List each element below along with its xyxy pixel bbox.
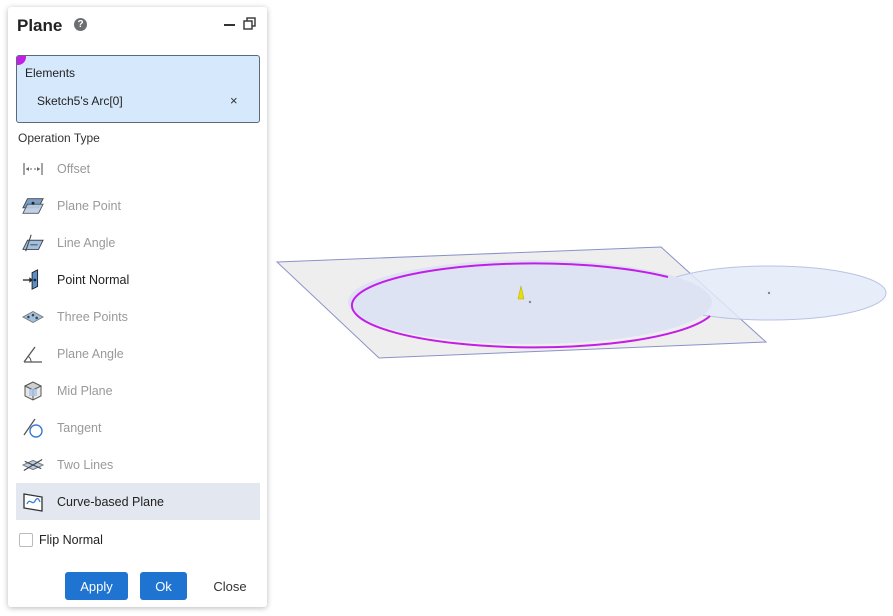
op-plane-angle-label: Plane Angle	[57, 346, 124, 361]
dialog-title: Plane	[17, 16, 63, 35]
curve-based-plane-icon	[22, 491, 44, 513]
op-three-points-label: Three Points	[57, 309, 128, 324]
op-plane-angle[interactable]: Plane Angle	[16, 335, 260, 372]
selected-element[interactable]: Sketch5's Arc[0]	[37, 94, 123, 108]
op-mid-plane[interactable]: Mid Plane	[16, 372, 260, 409]
elements-selection-box[interactable]: Elements Sketch5's Arc[0] ×	[16, 55, 260, 123]
apply-button[interactable]: Apply	[65, 572, 128, 600]
elements-label: Elements	[25, 66, 76, 80]
plane-origin-point	[528, 300, 532, 304]
plane-dialog: Plane ? Elements Sketch5's Arc[0] × Oper…	[8, 7, 267, 607]
op-line-angle[interactable]: Line Angle	[16, 224, 260, 261]
op-two-lines[interactable]: Two Lines	[16, 446, 260, 483]
help-icon[interactable]: ?	[74, 18, 87, 31]
two-lines-icon	[22, 454, 44, 476]
op-tangent[interactable]: Tangent	[16, 409, 260, 446]
op-offset[interactable]: Offset	[16, 150, 260, 187]
op-curve-based-plane[interactable]: Curve-based Plane	[16, 483, 260, 520]
flip-normal-option[interactable]: Flip Normal	[19, 533, 103, 547]
selection-marker-dot	[17, 56, 26, 65]
mid-plane-icon	[22, 380, 44, 402]
disc-center-point	[767, 291, 771, 295]
flip-normal-checkbox[interactable]	[19, 533, 33, 547]
plane-angle-icon	[22, 343, 44, 365]
line-angle-icon	[22, 232, 44, 254]
minimize-icon[interactable]	[224, 24, 235, 26]
plane-point-icon	[22, 195, 44, 217]
close-button[interactable]: Close	[204, 572, 256, 600]
restore-window-icon[interactable]	[243, 17, 257, 31]
flip-normal-label: Flip Normal	[39, 533, 103, 547]
offset-icon	[22, 158, 44, 180]
operation-type-label: Operation Type	[18, 131, 100, 145]
op-tangent-label: Tangent	[57, 420, 102, 435]
op-three-points[interactable]: Three Points	[16, 298, 260, 335]
point-normal-icon	[22, 268, 44, 291]
op-line-angle-label: Line Angle	[57, 235, 116, 250]
tangent-icon	[22, 417, 44, 439]
op-plane-point-label: Plane Point	[57, 198, 121, 213]
op-point-normal[interactable]: Point Normal	[16, 261, 260, 298]
op-point-normal-label: Point Normal	[57, 272, 130, 287]
three-points-icon	[22, 306, 44, 328]
ok-button[interactable]: Ok	[140, 572, 187, 600]
op-two-lines-label: Two Lines	[57, 457, 114, 472]
op-offset-label: Offset	[57, 161, 91, 176]
op-mid-plane-label: Mid Plane	[57, 383, 113, 398]
op-plane-point[interactable]: Plane Point	[16, 187, 260, 224]
operation-type-list: Offset Plane Point Line Angle Point Norm…	[16, 150, 260, 520]
remove-element-icon[interactable]: ×	[230, 93, 238, 108]
op-curve-based-plane-label: Curve-based Plane	[57, 494, 165, 509]
